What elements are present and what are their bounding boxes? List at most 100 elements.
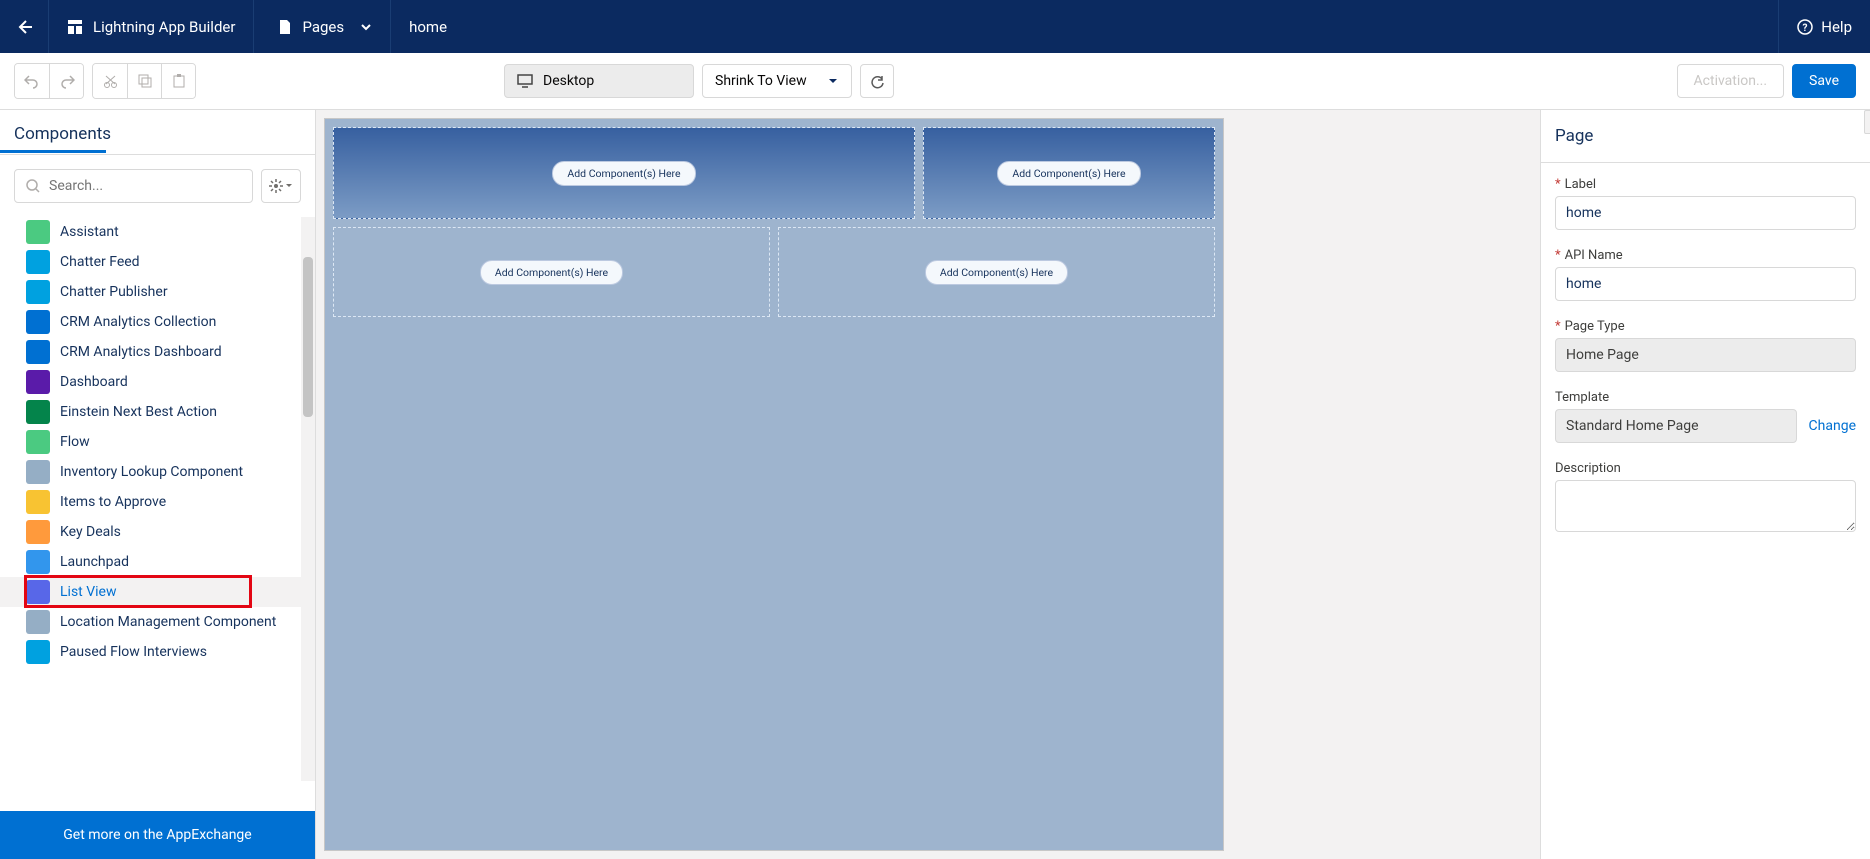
canvas-controls: Desktop Shrink To View [504,64,894,98]
component-item[interactable]: Inventory Lookup Component [0,457,303,487]
component-label: Location Management Component [60,614,276,630]
help-button[interactable]: ? Help [1778,0,1870,53]
paste-icon [172,74,186,88]
component-item[interactable]: CRM Analytics Dashboard [0,337,303,367]
pagetype-field-label: *Page Type [1555,319,1856,334]
canvas-area: Add Component(s) Here Add Component(s) H… [316,110,1540,859]
description-field-label: Description [1555,461,1856,476]
component-item[interactable]: Assistant [0,217,303,247]
components-tab[interactable]: Components [0,110,315,155]
component-item[interactable]: Chatter Publisher [0,277,303,307]
help-icon: ? [1797,19,1813,35]
component-item[interactable]: CRM Analytics Collection [0,307,303,337]
toolbar: Desktop Shrink To View Activation... Sav… [0,53,1870,110]
change-template-link[interactable]: Change [1809,418,1856,434]
cut-button[interactable] [93,64,127,98]
component-label: Paused Flow Interviews [60,644,207,660]
undo-icon [24,73,40,89]
pagetype-input [1555,338,1856,372]
component-icon [26,340,50,364]
template-input [1555,409,1797,443]
refresh-button[interactable] [860,64,894,98]
body-region: Add Component(s) Here Add Component(s) H… [333,227,1215,317]
collapse-panel-button[interactable] [1864,110,1870,134]
component-label: Dashboard [60,374,128,390]
panel-settings-button[interactable] [261,169,301,203]
component-item[interactable]: Flow [0,427,303,457]
component-icon [26,370,50,394]
component-icon [26,580,50,604]
component-item[interactable]: Key Deals [0,517,303,547]
gear-icon [269,179,283,193]
chevron-down-icon [360,21,372,33]
label-input[interactable] [1555,196,1856,230]
apiname-input[interactable] [1555,267,1856,301]
canvas-page[interactable]: Add Component(s) Here Add Component(s) H… [324,118,1224,851]
app-title-label: Lightning App Builder [93,18,235,36]
components-panel: Components Assistant Chatter Feed Chatter … [0,110,316,859]
component-icon [26,610,50,634]
hero-region: Add Component(s) Here Add Component(s) H… [333,127,1215,219]
component-icon [26,400,50,424]
scrollbar-thumb[interactable] [303,257,313,417]
component-icon [26,460,50,484]
component-icon [26,280,50,304]
page-name-cell: home [391,0,1778,53]
search-input[interactable] [14,169,253,203]
copy-button[interactable] [127,64,161,98]
page-name-label: home [409,18,447,36]
component-list[interactable]: Assistant Chatter Feed Chatter Publisher CR… [0,217,315,811]
component-item[interactable]: Items to Approve [0,487,303,517]
component-label: Chatter Publisher [60,284,168,300]
search-wrapper [14,169,253,203]
drop-pill: Add Component(s) Here [997,161,1140,186]
search-row [0,155,315,217]
drop-region-body-left[interactable]: Add Component(s) Here [333,227,770,317]
component-label: CRM Analytics Dashboard [60,344,222,360]
component-label: Chatter Feed [60,254,140,270]
scrollbar-track[interactable] [301,217,315,781]
component-icon [26,520,50,544]
copy-icon [138,74,152,88]
component-icon [26,220,50,244]
component-item[interactable]: Dashboard [0,367,303,397]
appexchange-button[interactable]: Get more on the AppExchange [0,811,315,859]
shrink-select[interactable]: Shrink To View [702,64,852,98]
apiname-field-label: *API Name [1555,248,1856,263]
component-item[interactable]: Einstein Next Best Action [0,397,303,427]
label-field-label: *Label [1555,177,1856,192]
undo-button[interactable] [15,64,49,98]
pages-dropdown[interactable]: Pages [254,0,391,53]
component-item[interactable]: Paused Flow Interviews [0,637,303,667]
redo-button[interactable] [49,64,83,98]
arrow-left-icon [16,19,32,35]
component-label: Inventory Lookup Component [60,464,243,480]
component-label: Launchpad [60,554,129,570]
clipboard-group [92,63,196,99]
desktop-icon [517,74,533,88]
back-button[interactable] [0,0,49,53]
drop-pill: Add Component(s) Here [480,260,623,285]
layout-icon [67,19,83,35]
component-label: Einstein Next Best Action [60,404,217,420]
component-icon [26,640,50,664]
search-icon [26,179,40,193]
drop-region-top-right[interactable]: Add Component(s) Here [923,127,1215,219]
redo-icon [59,73,75,89]
component-icon [26,430,50,454]
save-button[interactable]: Save [1792,64,1856,98]
drop-region-body-right[interactable]: Add Component(s) Here [778,227,1215,317]
component-item[interactable]: Launchpad [0,547,303,577]
component-item[interactable]: Location Management Component [0,607,303,637]
paste-button[interactable] [161,64,195,98]
component-label: CRM Analytics Collection [60,314,216,330]
device-select[interactable]: Desktop [504,64,694,98]
description-textarea[interactable] [1555,480,1856,532]
component-item[interactable]: Chatter Feed [0,247,303,277]
app-header: Lightning App Builder Pages home ? Help [0,0,1870,53]
svg-text:?: ? [1803,23,1808,34]
component-item[interactable]: List View [0,577,303,607]
activation-button[interactable]: Activation... [1677,64,1785,98]
main-layout: Components Assistant Chatter Feed Chatter … [0,110,1870,859]
drop-region-top-left[interactable]: Add Component(s) Here [333,127,915,219]
